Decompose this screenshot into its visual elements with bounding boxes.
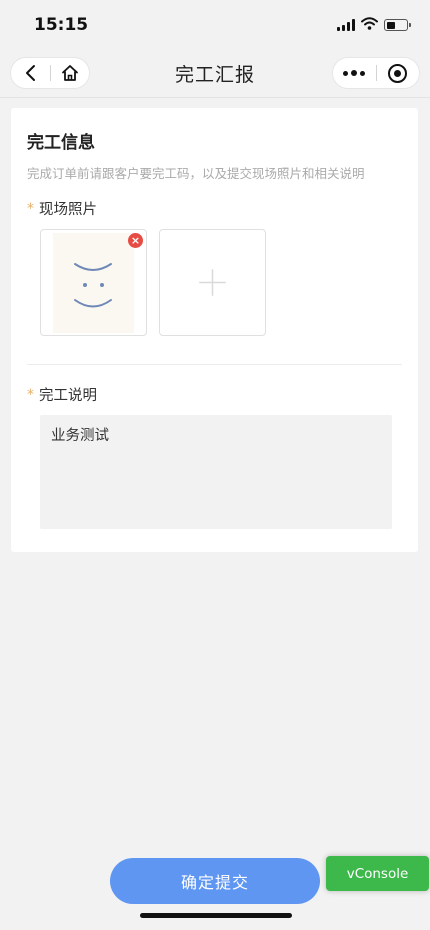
remark-label: * 完工说明	[27, 384, 402, 405]
battery-icon	[384, 19, 411, 31]
remark-label-text: 完工说明	[39, 388, 97, 404]
signal-icon	[337, 19, 355, 31]
card-description: 完成订单前请跟客户要完工码，以及提交现场照片和相关说明	[27, 166, 365, 181]
nav-bar: 完工汇报	[0, 50, 430, 96]
photos-label: * 现场照片	[27, 198, 402, 219]
status-time: 15:15	[34, 15, 89, 35]
plus-icon	[199, 269, 226, 296]
target-icon[interactable]	[377, 58, 420, 88]
submit-button[interactable]: 确定提交	[110, 858, 320, 904]
nav-capsule-right	[332, 57, 420, 89]
home-icon[interactable]	[51, 58, 90, 88]
photo-item[interactable]: ×	[40, 229, 147, 336]
smiley-image-icon	[74, 263, 112, 308]
photos-label-text: 现场照片	[39, 202, 97, 218]
card-title: 完工信息	[27, 133, 95, 153]
vconsole-button[interactable]: vConsole	[326, 856, 429, 891]
required-star: *	[27, 386, 34, 403]
status-icons	[337, 17, 411, 33]
photo-thumbnail[interactable]	[53, 233, 134, 333]
add-photo-button[interactable]	[159, 229, 266, 336]
nav-divider	[0, 97, 430, 98]
photo-list: ×	[27, 229, 402, 336]
page-title: 完工汇报	[174, 63, 255, 86]
required-star: *	[27, 200, 34, 217]
remark-textarea[interactable]: 业务测试	[40, 415, 392, 529]
remove-photo-icon[interactable]: ×	[128, 233, 143, 248]
section-divider	[27, 364, 402, 365]
completion-info-card: 完工信息 完成订单前请跟客户要完工码，以及提交现场照片和相关说明 * 现场照片 …	[11, 108, 418, 552]
more-icon[interactable]	[333, 58, 376, 88]
status-bar: 15:15	[0, 0, 430, 50]
home-indicator	[140, 913, 292, 918]
nav-capsule-left	[10, 57, 90, 89]
back-icon[interactable]	[11, 58, 50, 88]
wifi-icon	[361, 17, 378, 33]
